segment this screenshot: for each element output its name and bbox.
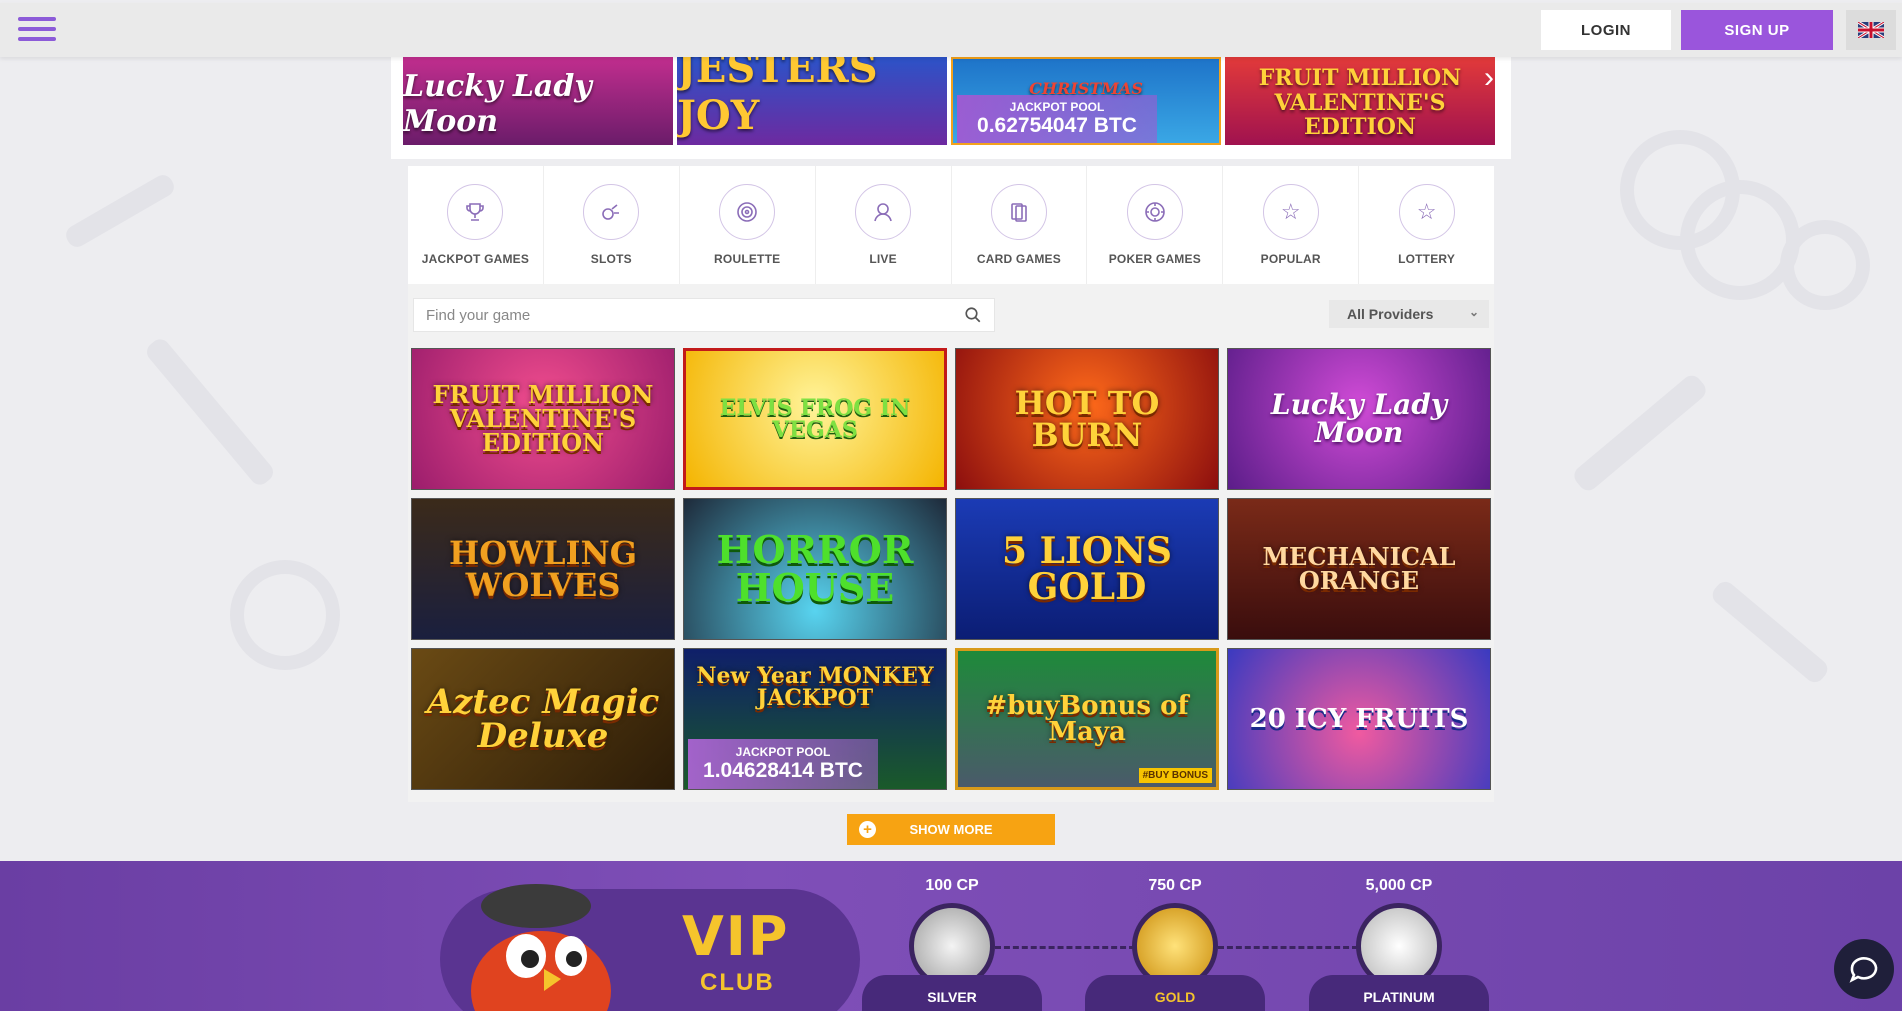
category-label: CARD GAMES [976,252,1061,266]
bird-mascot-icon [471,884,611,1011]
vip-tier-platinum: 5,000 CP PLATINUM [1309,861,1489,1011]
featured-carousel: Lucky Lady Moon JESTERS JOY CHRISTMAS JA… [391,57,1511,159]
game-tile[interactable]: #buyBonus of Maya #BUY BONUS [955,648,1219,790]
star-icon: ☆ [1262,184,1319,240]
vip-tier-silver: 100 CP SILVER [862,861,1042,1011]
game-title: HOWLING WOLVES [448,534,638,604]
jackpot-value: 0.62754047 BTC [977,114,1137,137]
providers-selected: All Providers [1347,306,1434,322]
game-tile[interactable]: Lucky Lady Moon [1227,348,1491,490]
category-label: SLOTS [590,252,632,266]
category-bar: JACKPOT GAMES SLOTS ROULETTE LIVE CARD G… [408,166,1494,284]
vip-club-banner: VIP CLUB 100 CP SILVER 750 CP GOLD 5,000… [0,861,1902,1011]
poker-chip-icon [1126,184,1183,240]
category-label: LOTTERY [1398,252,1456,266]
search-icon[interactable] [964,306,982,329]
tier-points: 750 CP [1148,877,1202,894]
jackpot-pool-badge: JACKPOT POOL 0.62754047 BTC [957,95,1157,143]
trophy-icon [447,184,504,240]
game-title: Lucky Lady Moon [1270,388,1448,449]
game-title: ELVIS FROG IN VEGAS [719,395,911,443]
carousel-tile[interactable]: Lucky Lady Moon [403,57,673,145]
category-label: JACKPOT GAMES [421,252,530,266]
game-title: #buyBonus of Maya [985,691,1189,747]
live-dealer-icon [855,184,912,240]
buy-bonus-tag: #BUY BONUS [1138,768,1212,783]
roulette-icon [719,184,776,240]
show-more-label: SHOW MORE [909,822,993,837]
carousel-tile[interactable]: FRUIT MILLION VALENTINE'S EDITION [1225,57,1495,145]
category-label: ROULETTE [714,252,781,266]
cards-icon [990,184,1047,240]
vip-title: VIP [682,905,790,968]
login-button[interactable]: LOGIN [1541,10,1671,50]
chevron-right-icon[interactable]: › [1484,61,1494,95]
game-tile[interactable]: MECHANICAL ORANGE [1227,498,1491,640]
carousel-tile[interactable]: CHRISTMAS JACKPOT POOL 0.62754047 BTC [951,57,1221,145]
tier-points: 5,000 CP [1365,877,1433,894]
category-roulette[interactable]: ROULETTE [680,166,816,284]
game-title: Aztec Magic Deluxe [426,682,660,756]
menu-icon[interactable] [18,17,56,45]
game-tile[interactable]: Aztec Magic Deluxe [411,648,675,790]
carousel-tile[interactable]: JESTERS JOY [677,57,947,145]
game-title: MECHANICAL ORANGE [1262,542,1456,595]
game-title: New Year MONKEY JACKPOT [696,663,934,711]
chevron-down-icon: ⌄ [1468,305,1479,319]
game-title: FRUIT MILLION VALENTINE'S EDITION [432,380,654,457]
show-more-button[interactable]: + SHOW MORE [847,814,1055,845]
game-title: 5 LIONS GOLD [1002,530,1172,608]
jackpot-label: JACKPOT POOL [735,745,831,759]
uk-flag-icon [1858,22,1884,38]
plus-icon: + [859,821,876,838]
game-title: 20 ICY FRUITS [1249,704,1469,734]
category-lottery[interactable]: ☆ LOTTERY [1359,166,1494,284]
tier-name: SILVER [862,975,1042,1011]
language-selector[interactable] [1846,10,1896,50]
game-tile[interactable]: FRUIT MILLION VALENTINE'S EDITION [411,348,675,490]
tier-points: 100 CP [925,877,979,894]
game-title: HOT TO BURN [1014,384,1160,454]
jackpot-pool-badge: JACKPOT POOL 1.04628414 BTC [688,739,878,789]
game-tile[interactable]: 20 ICY FRUITS [1227,648,1491,790]
chat-icon[interactable] [1834,939,1894,999]
category-popular[interactable]: ☆ POPULAR [1223,166,1360,284]
top-bar: LOGIN SIGN UP [0,3,1902,57]
jackpot-label: JACKPOT POOL [1009,100,1105,114]
games-panel: JACKPOT GAMES SLOTS ROULETTE LIVE CARD G… [408,166,1494,802]
game-tile[interactable]: HOWLING WOLVES [411,498,675,640]
game-tile[interactable]: HOT TO BURN [955,348,1219,490]
category-jackpot-games[interactable]: JACKPOT GAMES [408,166,544,284]
game-search [413,298,995,332]
game-title: HORROR HOUSE [716,527,914,610]
star-icon: ☆ [1398,184,1455,240]
vip-tier-gold: 750 CP GOLD [1085,861,1265,1011]
search-input[interactable] [414,299,944,331]
game-tile[interactable]: ELVIS FROG IN VEGAS [683,348,947,490]
category-poker-games[interactable]: POKER GAMES [1087,166,1224,284]
carousel-tile-title: JESTERS JOY [677,57,878,139]
club-title: CLUB [700,969,775,996]
category-label: POPULAR [1260,252,1321,266]
category-card-games[interactable]: CARD GAMES [952,166,1088,284]
category-label: POKER GAMES [1108,252,1201,266]
slots-icon [583,184,640,240]
category-label: LIVE [869,252,897,266]
game-tile[interactable]: HORROR HOUSE [683,498,947,640]
jackpot-value: 1.04628414 BTC [703,759,863,782]
game-tile[interactable]: 5 LIONS GOLD [955,498,1219,640]
tier-name: GOLD [1085,975,1265,1011]
tier-name: PLATINUM [1309,975,1489,1011]
providers-dropdown[interactable]: All Providers ⌄ [1329,300,1489,328]
signup-button[interactable]: SIGN UP [1681,10,1833,50]
carousel-tile-title: FRUIT MILLION VALENTINE'S EDITION [1258,65,1462,140]
carousel-tile-title: Lucky Lady Moon [403,69,592,139]
category-live[interactable]: LIVE [816,166,952,284]
category-slots[interactable]: SLOTS [544,166,680,284]
game-tile[interactable]: New Year MONKEY JACKPOT JACKPOT POOL 1.0… [683,648,947,790]
